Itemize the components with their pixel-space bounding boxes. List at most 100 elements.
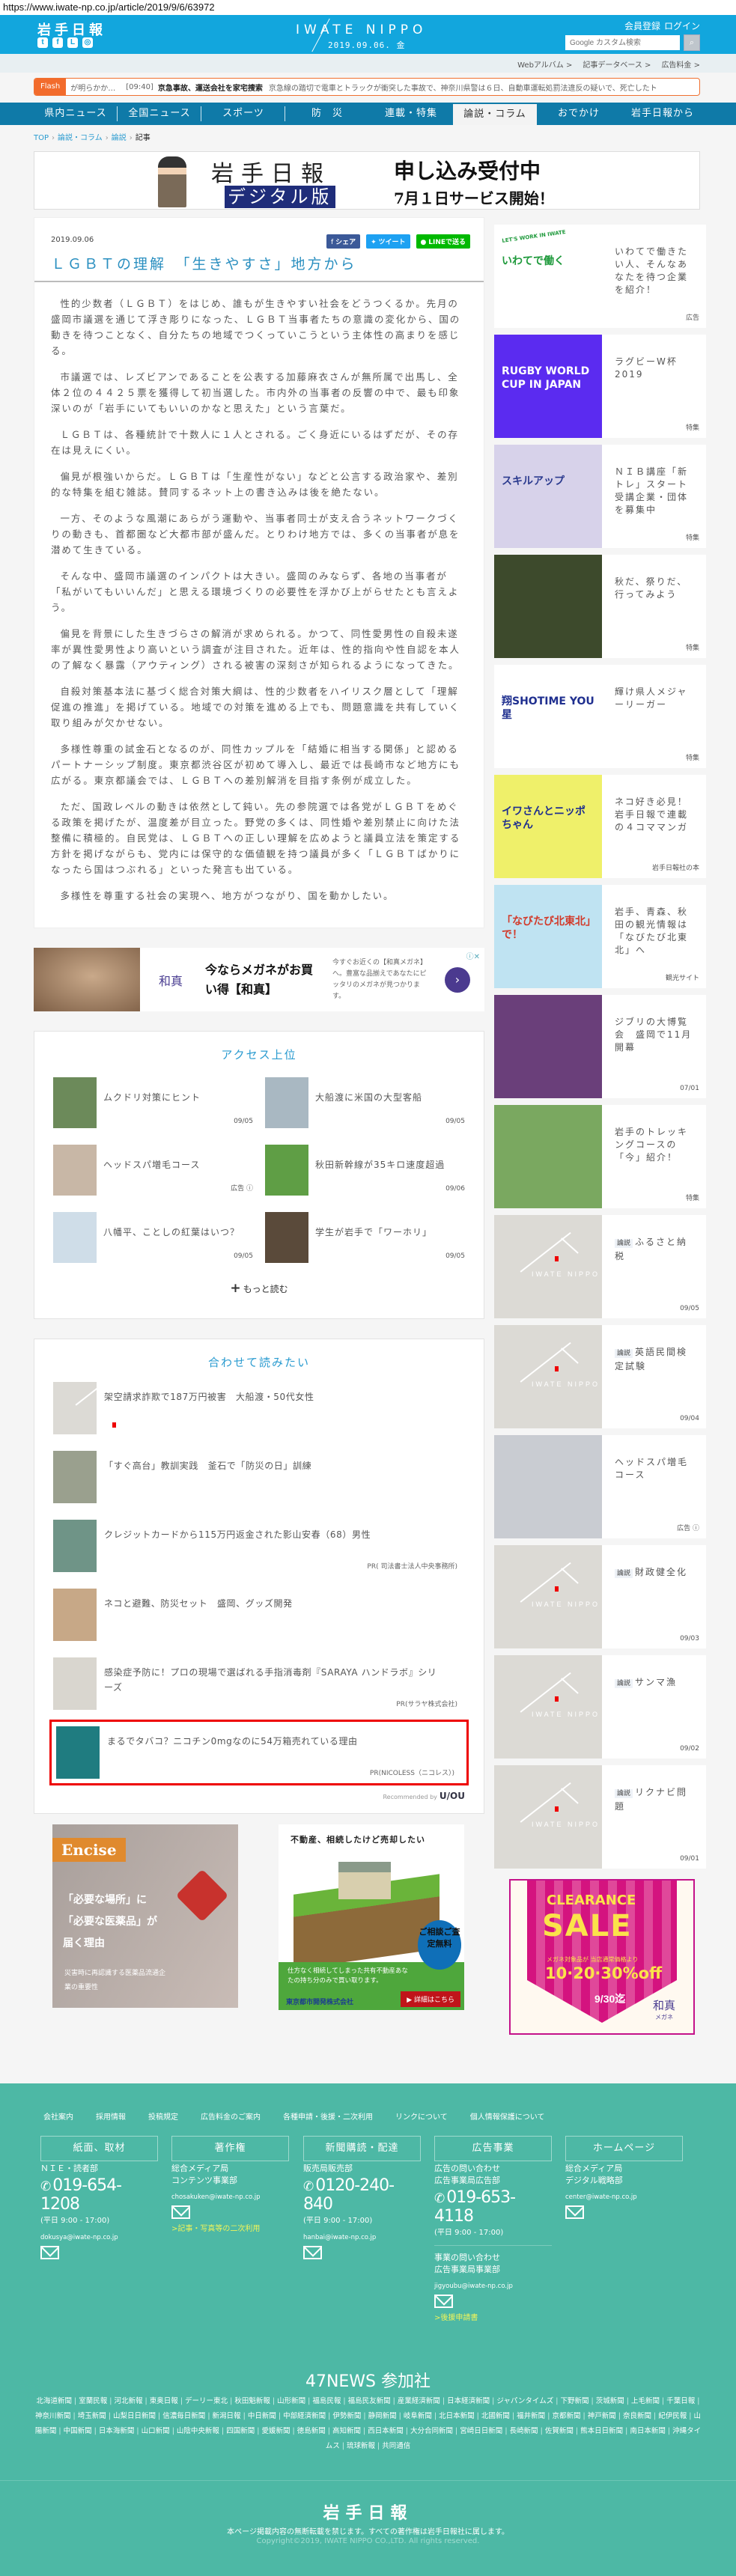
footer-link[interactable]: 採用情報 (96, 2110, 126, 2122)
nav-tab[interactable]: 連載・特集 (369, 103, 453, 125)
member-paper-link[interactable]: 宮崎日日新聞 (460, 2427, 509, 2435)
contact-email[interactable]: dokusya@iwate-np.co.jp (40, 2232, 158, 2244)
related-item[interactable]: 感染症予防に！プロの現場で選ばれる手指消毒剤『SARAYA ハンドラボ』シリーズ… (53, 1657, 465, 1710)
sidebar-card[interactable]: 岩手のトレッキングコースの「今」紹介！ 特集 (494, 1105, 706, 1208)
footer-link[interactable]: 投稿規定 (148, 2110, 178, 2122)
ranking-item[interactable]: ヘッドスパ増毛コース 広告 ⓘ (53, 1145, 253, 1196)
member-paper-link[interactable]: 中日新聞 (248, 2412, 283, 2420)
member-paper-link[interactable]: 静岡新聞 (368, 2412, 404, 2420)
glasses-ad[interactable]: 和真 今ならメガネがお買い得【和真】 今すぐお近くの【和真メガネ】へ。豊富な品揃… (34, 948, 484, 1011)
estate-details-button[interactable]: ▶ 詳細はこちら (401, 1991, 460, 2007)
sidebar-card[interactable]: IWATE NIPPO 論説 リクナビ問題 09/01 (494, 1765, 706, 1869)
footer-link[interactable]: 個人情報保護について (470, 2110, 545, 2122)
member-paper-link[interactable]: 信濃毎日新聞 (162, 2412, 212, 2420)
facebook-share-button[interactable]: f シェア (326, 234, 361, 249)
mail-icon[interactable] (303, 2246, 322, 2259)
instagram-icon[interactable]: ◎ (82, 37, 93, 48)
register-link[interactable]: 会員登録 (624, 19, 660, 32)
read-more-button[interactable]: + もっと読む (53, 1281, 465, 1296)
member-paper-link[interactable]: 福島民友新聞 (348, 2397, 398, 2405)
address-bar[interactable]: https://www.iwate-np.co.jp/article/2019/… (0, 0, 736, 15)
member-paper-link[interactable]: 日本海新聞 (99, 2427, 142, 2435)
member-paper-link[interactable]: 山口新聞 (142, 2427, 177, 2435)
chevron-right-icon[interactable]: › (445, 966, 470, 993)
related-item[interactable]: まるでタバコ？ニコチン0mgなのに54万箱売れている理由 PR(NICOLESS（… (49, 1720, 469, 1785)
mail-icon[interactable] (434, 2295, 453, 2308)
nav-tab[interactable]: 論説・コラム (453, 104, 537, 125)
sidebar-card[interactable]: IWATE NIPPO 論説 ふるさと納税 09/05 (494, 1215, 706, 1318)
sidebar-card[interactable]: ヘッドスパ増毛コース 広告 ⓘ (494, 1435, 706, 1538)
member-paper-link[interactable]: 東奥日報 (150, 2397, 185, 2405)
member-paper-link[interactable]: 岐阜新聞 (404, 2412, 439, 2420)
contact-email[interactable]: chosakuken@iwate-np.co.jp (171, 2191, 289, 2203)
mail-icon[interactable] (40, 2246, 59, 2259)
related-item[interactable]: 「すぐ高台」教訓実践 釜石で「防災の日」訓練 (53, 1451, 465, 1503)
nav-tab[interactable]: 岩手日報から (621, 103, 705, 125)
member-paper-link[interactable]: 佐賀新聞 (545, 2427, 580, 2435)
member-paper-link[interactable]: 大分合同新聞 (410, 2427, 460, 2435)
sidebar-card[interactable]: IWATE NIPPO 論説 英語民間検定試験 09/04 (494, 1325, 706, 1428)
breadcrumb-item[interactable]: TOP (34, 134, 49, 142)
member-paper-link[interactable]: 福井新聞 (517, 2412, 552, 2420)
line-icon[interactable]: L (67, 37, 78, 48)
member-paper-link[interactable]: ジャパンタイムズ (496, 2397, 560, 2405)
member-paper-link[interactable]: 南日本新聞 (630, 2427, 672, 2435)
adchoices-icon[interactable]: ⓘ✕ (466, 950, 480, 961)
member-paper-link[interactable]: 四国新聞 (226, 2427, 261, 2435)
member-paper-link[interactable]: 京都新聞 (552, 2412, 587, 2420)
ranking-item[interactable]: ムクドリ対策にヒント 09/05 (53, 1077, 253, 1128)
encise-ad[interactable]: Encise 「必要な場所」に「必要な医薬品」が届く理由 災害時に再認識する医薬… (52, 1824, 238, 2008)
facebook-icon[interactable]: f (52, 37, 63, 48)
member-paper-link[interactable]: 神戸新聞 (588, 2412, 623, 2420)
contact-email[interactable]: jigyoubu@iwate-np.co.jp (434, 2280, 552, 2292)
sidebar-card[interactable]: RUGBY WORLD CUP IN JAPAN ラグビーW杯2019 特集 (494, 335, 706, 438)
member-paper-link[interactable]: 西日本新聞 (368, 2427, 410, 2435)
brand-logo[interactable]: IWATE NIPPO (296, 18, 427, 52)
site-logo[interactable]: 岩手日報 (37, 19, 106, 39)
member-paper-link[interactable]: 共同通信 (382, 2442, 410, 2450)
sidebar-card[interactable]: スキルアップ ＮＩＢ講座「新トレ」スタート 受講企業・団体を募集中 特集 (494, 445, 706, 548)
contact-phone[interactable]: ✆ 019-653-4118 (434, 2188, 552, 2226)
member-paper-link[interactable]: 河北新報 (115, 2397, 150, 2405)
member-paper-link[interactable]: 北國新聞 (481, 2412, 517, 2420)
twitter-icon[interactable]: t (37, 37, 48, 48)
nav-tab[interactable]: 全国ニュース (118, 103, 201, 125)
ranking-item[interactable]: 秋田新幹線が35キロ速度超過 09/06 (265, 1145, 465, 1196)
member-paper-link[interactable]: デーリー東北 (185, 2397, 234, 2405)
related-item[interactable]: 架空請求詐欺で187万円被害 大船渡・50代女性 (53, 1372, 465, 1434)
member-paper-link[interactable]: 愛媛新聞 (261, 2427, 296, 2435)
sidebar-card[interactable]: 秋だ、祭りだ、行ってみよう 特集 (494, 555, 706, 658)
nav-tab[interactable]: 県内ニュース (34, 103, 118, 125)
member-paper-link[interactable]: 琉球新報 (347, 2442, 382, 2450)
sidebar-card[interactable]: LET'S WORK IN IWATE いわてで働く いわてで働きたい人、そんなあな… (494, 225, 706, 328)
member-paper-link[interactable]: 日本経済新聞 (447, 2397, 496, 2405)
member-paper-link[interactable]: 埼玉新聞 (78, 2412, 113, 2420)
mail-icon[interactable] (565, 2205, 584, 2219)
line-share-button[interactable]: ● LINEで送る (416, 234, 470, 249)
digital-edition-banner[interactable]: 岩手日報 デジタル版 申し込み受付中 7月１日サービス開始！ (34, 151, 700, 210)
member-paper-link[interactable]: 秋田魁新報 (234, 2397, 277, 2405)
member-paper-link[interactable]: 徳島新聞 (297, 2427, 332, 2435)
ranking-item[interactable]: 大船渡に米国の大型客船 09/05 (265, 1077, 465, 1128)
ranking-item[interactable]: 学生が岩手で「ワーホリ」 09/05 (265, 1212, 465, 1263)
footer-link[interactable]: リンクについて (395, 2110, 448, 2122)
contact-link[interactable]: >後援申請書 (434, 2312, 552, 2324)
sidebar-card[interactable]: IWATE NIPPO 論説 財政健全化 09/03 (494, 1545, 706, 1648)
login-link[interactable]: ログイン (664, 19, 700, 32)
member-paper-link[interactable]: 伊勢新聞 (332, 2412, 368, 2420)
member-paper-link[interactable]: 中部経済新聞 (283, 2412, 332, 2420)
ad-rates-link[interactable]: 広告料金 > (661, 58, 700, 73)
member-paper-link[interactable]: 茨城新聞 (596, 2397, 631, 2405)
nav-tab[interactable]: スポーツ (201, 103, 285, 125)
footer-link[interactable]: 広告料金のご案内 (201, 2110, 261, 2122)
contact-phone[interactable]: ✆ 0120-240-840 (303, 2176, 421, 2214)
nav-tab[interactable]: おでかけ (537, 103, 621, 125)
contact-email[interactable]: center@iwate-np.co.jp (565, 2191, 683, 2203)
member-paper-link[interactable]: 神奈川新聞 (35, 2412, 78, 2420)
member-paper-link[interactable]: 奈良新聞 (623, 2412, 658, 2420)
contact-phone[interactable]: ✆ 019-654-1208 (40, 2176, 158, 2214)
member-paper-link[interactable]: 北海道新聞 (36, 2397, 79, 2405)
member-paper-link[interactable]: 室蘭民報 (79, 2397, 114, 2405)
member-paper-link[interactable]: 長崎新聞 (510, 2427, 545, 2435)
flash-headline[interactable]: 京急事故、運送会社を家宅捜索 (158, 82, 263, 93)
